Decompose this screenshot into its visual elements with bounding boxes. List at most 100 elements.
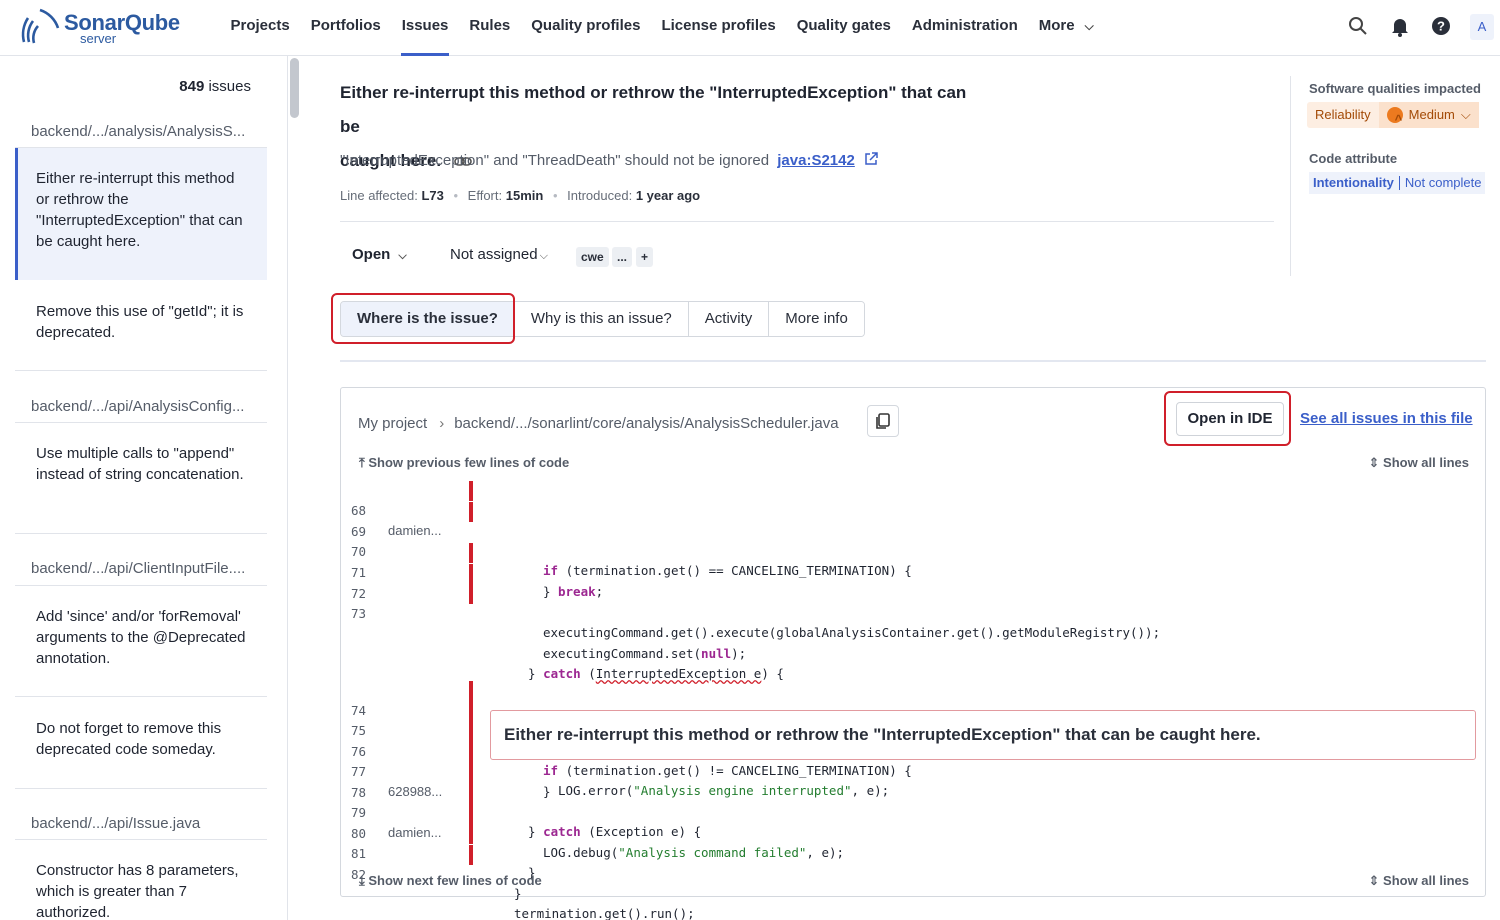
- show-next-lines[interactable]: ⤓ Show next few lines of code ⇕ Show all…: [341, 870, 1485, 892]
- assignee-dropdown[interactable]: Not assigned ⌵: [450, 246, 548, 263]
- highlight-annotation: [331, 293, 515, 344]
- line-number: 73: [350, 606, 366, 621]
- nav-more-label: More: [1038, 17, 1075, 34]
- issue-list-item[interactable]: Either re-interrupt this method or rethr…: [15, 148, 267, 280]
- copy-path-button[interactable]: [867, 405, 899, 437]
- tag-add[interactable]: +: [636, 247, 654, 267]
- file-group-header: backend/.../api/ClientInputFile....: [31, 560, 246, 577]
- chevron-down-icon: ⌵: [1084, 19, 1094, 33]
- user-avatar[interactable]: A: [1470, 14, 1494, 40]
- attribute-name: Intentionality: [1313, 175, 1394, 190]
- severity-value: Medium: [1408, 107, 1455, 122]
- code-text: executingCommand.get().execute(globalAna…: [543, 625, 1161, 640]
- sidebar-scrollbar[interactable]: [290, 58, 299, 118]
- tag-cwe[interactable]: cwe: [576, 247, 609, 267]
- nav-more[interactable]: More ⌵: [1028, 0, 1104, 56]
- bell-icon[interactable]: [1388, 14, 1412, 38]
- issues-count-label: issues: [208, 78, 251, 95]
- code-attribute-label: Code attribute: [1309, 151, 1398, 166]
- issue-list-item[interactable]: Do not forget to remove this deprecated …: [15, 718, 267, 768]
- highlight-annotation: [1164, 391, 1291, 446]
- sonarqube-logo[interactable]: SonarQube server: [20, 6, 190, 50]
- attribute-detail: Not complete: [1404, 175, 1482, 190]
- divider: [15, 839, 267, 840]
- nav-rules[interactable]: Rules: [459, 0, 521, 56]
- status-value: Open: [352, 246, 391, 263]
- issue-location-marker: [469, 502, 473, 522]
- status-dropdown[interactable]: Open ⌵: [352, 246, 407, 263]
- meta-separator: •: [552, 188, 558, 203]
- code-line: 76 }: [341, 722, 1485, 799]
- nav-projects[interactable]: Projects: [220, 0, 300, 56]
- code-line: 78 LOG.debug("Analysis command failed", …: [341, 763, 1485, 860]
- nav-portfolios[interactable]: Portfolios: [300, 0, 391, 56]
- issue-location-marker: [469, 481, 473, 501]
- quality-name: Reliability: [1315, 107, 1371, 122]
- svg-text:?: ?: [1437, 19, 1445, 34]
- issue-list-item[interactable]: Use multiple calls to "append" instead o…: [15, 443, 267, 513]
- tab-more-info[interactable]: More info: [769, 302, 864, 336]
- code-line: 73 } catch (InterruptedException e) {: [341, 584, 1485, 681]
- divider: [15, 585, 267, 586]
- issue-location-marker: [469, 543, 473, 563]
- search-icon[interactable]: [1346, 14, 1370, 38]
- tab-activity[interactable]: Activity: [688, 302, 770, 336]
- divider: [15, 788, 267, 789]
- nav-administration[interactable]: Administration: [901, 0, 1028, 56]
- code-token: );: [731, 646, 747, 661]
- issue-location-marker: [469, 824, 473, 844]
- chevron-down-icon: ⌵: [1460, 107, 1471, 122]
- code-line: 74 if (termination.get() != CANCELING_TE…: [341, 681, 1485, 778]
- issue-list-item[interactable]: Add 'since' and/or 'forRemoval' argument…: [15, 606, 267, 676]
- issue-list-item[interactable]: Remove this use of "getId"; it is deprec…: [15, 301, 267, 361]
- divider: [340, 221, 1274, 222]
- rule-description: "InterruptedException" and "ThreadDeath"…: [340, 151, 879, 169]
- show-all-lines-label[interactable]: Show all lines: [1383, 873, 1469, 888]
- quality-badge[interactable]: Reliability ^ Medium ⌵: [1307, 102, 1479, 128]
- breadcrumb-file-path: backend/.../sonarlint/core/analysis/Anal…: [454, 415, 839, 432]
- code-line: 72 executingCommand.set(null);: [341, 564, 1485, 661]
- line-affected-value: L73: [421, 188, 444, 203]
- issue-list-item[interactable]: Constructor has 8 parameters, which is g…: [15, 860, 267, 920]
- breadcrumb-project[interactable]: My project: [358, 415, 427, 432]
- code-token: executingCommand.set(: [543, 646, 702, 661]
- show-all-lines-label[interactable]: Show all lines: [1383, 455, 1469, 470]
- software-qualities-label: Software qualities impacted: [1309, 81, 1481, 96]
- divider: [15, 370, 267, 371]
- nav-quality-profiles[interactable]: Quality profiles: [521, 0, 651, 56]
- code-line: 81 termination.get().run();: [341, 824, 1485, 920]
- severity-dropdown[interactable]: ^ Medium ⌵: [1378, 102, 1479, 128]
- tabs-divider: [340, 360, 1486, 362]
- effort-value: 15min: [505, 188, 544, 203]
- issue-properties-panel: Software qualities impacted Reliability …: [1290, 76, 1490, 276]
- code-line: 80 }: [341, 804, 1485, 901]
- attribute-separator: [1398, 176, 1400, 190]
- code-keyword: catch: [543, 666, 581, 681]
- issue-location-marker: [469, 804, 473, 824]
- introduced-label: Introduced:: [567, 188, 633, 203]
- nav-license-profiles[interactable]: License profiles: [651, 0, 786, 56]
- code-line: 77 628988... } catch (Exception e) {: [341, 742, 1485, 839]
- rule-text: "InterruptedException" and "ThreadDeath"…: [340, 152, 770, 169]
- show-next-label: Show next few lines of code: [368, 873, 542, 888]
- issue-highlight[interactable]: InterruptedException e: [596, 666, 762, 681]
- divider: [15, 696, 267, 697]
- see-all-issues-link[interactable]: See all issues in this file: [1300, 410, 1473, 427]
- rule-key-link[interactable]: java:S2142: [777, 152, 855, 169]
- file-group-header: backend/.../api/Issue.java: [31, 815, 201, 832]
- nav-quality-gates[interactable]: Quality gates: [786, 0, 901, 56]
- file-breadcrumb: My project › backend/.../sonarlint/core/an…: [358, 415, 839, 432]
- tag-more[interactable]: ...: [612, 247, 633, 267]
- issue-location-marker: [469, 701, 473, 721]
- tab-why-is-this-an-issue[interactable]: Why is this an issue?: [514, 302, 689, 336]
- chevron-right-icon: ›: [439, 415, 445, 432]
- issue-location-marker: [469, 681, 473, 701]
- nav-issues[interactable]: Issues: [391, 0, 459, 56]
- issue-meta: Line affected: L73 • Effort: 15min • Int…: [340, 188, 700, 203]
- code-line: 70 }: [341, 522, 1485, 599]
- divider: [15, 533, 267, 534]
- top-navigation: SonarQube server Projects Portfolios Iss…: [0, 0, 1500, 56]
- help-icon[interactable]: ?: [1429, 14, 1453, 38]
- expand-icon: ⇕: [1368, 455, 1380, 470]
- show-previous-lines[interactable]: ⤒ Show previous few lines of code ⇕ Show…: [341, 452, 1485, 474]
